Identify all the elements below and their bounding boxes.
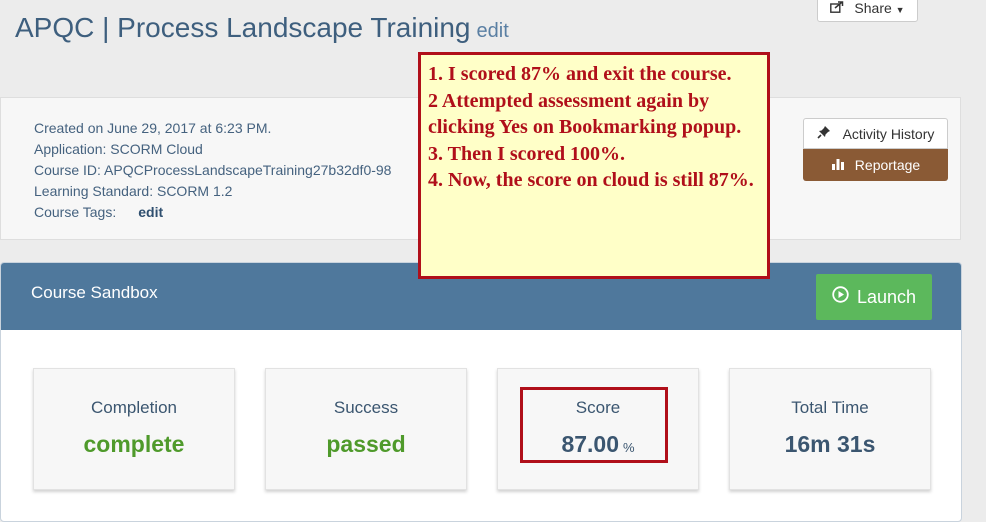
share-label: Share — [854, 0, 892, 16]
success-card: Success passed — [265, 368, 467, 490]
share-button[interactable]: Share ▼ — [817, 0, 918, 22]
completion-card: Completion complete — [33, 368, 235, 490]
launch-button[interactable]: Launch — [816, 274, 932, 320]
course-tags: Course Tags: edit — [34, 202, 391, 223]
score-card: Score 87.00% — [497, 368, 699, 490]
launch-label: Launch — [856, 286, 917, 307]
course-id: Course ID: APQCProcessLandscapeTraining2… — [34, 162, 392, 178]
reportage-label: Reportage — [854, 157, 921, 173]
course-info: Created on June 29, 2017 at 6:23 PM. App… — [34, 118, 391, 223]
score-highlight-box — [520, 387, 668, 463]
completion-value: complete — [83, 431, 185, 457]
share-icon — [830, 0, 844, 16]
bar-chart-icon — [831, 157, 845, 173]
course-tags-label: Course Tags: — [34, 204, 117, 220]
total-time-value: 16m 31s — [784, 431, 876, 457]
annotation-line: 3. Then I scored 100%. — [428, 142, 626, 165]
play-circle-icon — [832, 286, 849, 308]
created-date: Created on June 29, 2017 at 6:23 PM. — [34, 120, 272, 136]
annotation-note: 1. I scored 87% and exit the course. 2 A… — [418, 52, 770, 279]
success-value: passed — [326, 431, 406, 457]
pushpin-icon — [817, 125, 831, 142]
course-tags-edit-link[interactable]: edit — [138, 204, 163, 220]
total-time-card: Total Time 16m 31s — [729, 368, 931, 490]
activity-history-label: Activity History — [842, 125, 935, 142]
learning-standard: Learning Standard: SCORM 1.2 — [34, 183, 233, 199]
annotation-line: 4. Now, the score on cloud is still 87%. — [428, 169, 754, 191]
application: Application: SCORM Cloud — [34, 141, 203, 157]
caret-down-icon: ▼ — [895, 5, 905, 15]
reportage-button[interactable]: Reportage — [803, 149, 948, 181]
course-sandbox-panel: Course Sandbox Launch Completion complet… — [0, 262, 962, 522]
completion-label: Completion — [91, 398, 177, 417]
activity-history-button[interactable]: Activity History — [803, 118, 948, 149]
annotation-line: 1. I scored 87% and exit the course. — [428, 63, 732, 85]
annotation-line: 2 Attempted assessment again by clicking… — [428, 89, 742, 139]
page-title: APQC | Process Landscape Training edit — [15, 12, 509, 44]
title-edit-link[interactable]: edit — [477, 20, 509, 42]
page-title-text: APQC | Process Landscape Training — [15, 12, 471, 43]
success-label: Success — [333, 398, 399, 417]
total-time-label: Total Time — [791, 398, 869, 417]
sandbox-title: Course Sandbox — [31, 283, 158, 302]
